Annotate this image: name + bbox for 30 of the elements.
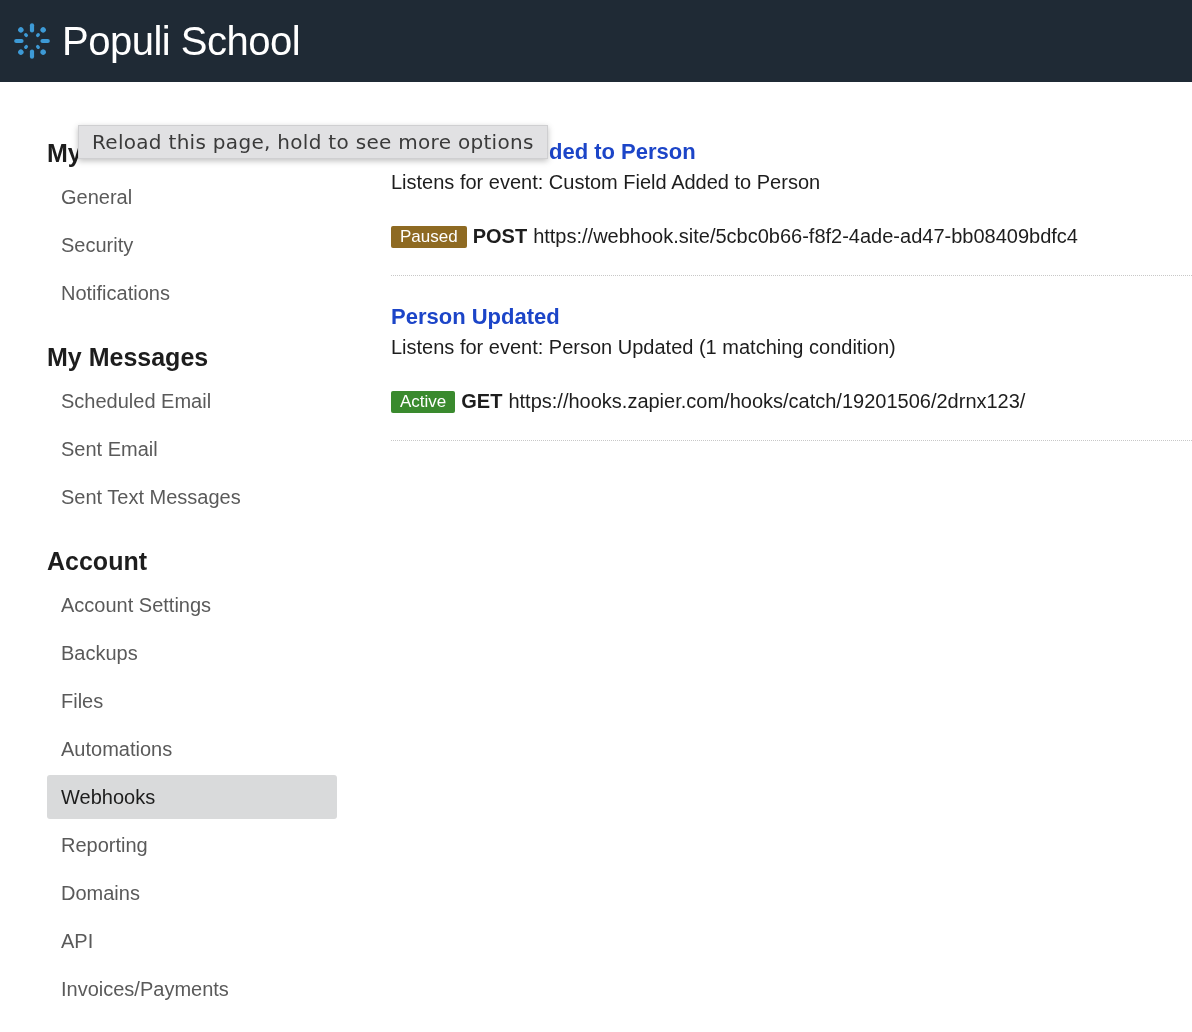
webhook-url: https://hooks.zapier.com/hooks/catch/19201506/2drnx123/ [508, 390, 1026, 413]
sidebar-item[interactable]: Files [47, 679, 337, 723]
school-name: Populi School [62, 18, 301, 64]
sidebar-item[interactable]: Security [47, 223, 337, 267]
status-badge: Paused [391, 225, 467, 248]
sidebar-item[interactable]: Backups [47, 631, 337, 675]
sidebar-item[interactable]: Sent Text Messages [47, 475, 337, 519]
sidebar-item[interactable]: Notifications [47, 271, 337, 315]
http-method: POST [472, 225, 528, 248]
sidebar-item[interactable]: API [47, 919, 337, 963]
sidebar-item[interactable]: Invoices/Payments [47, 967, 337, 1011]
sidebar-item[interactable]: Sent Email [47, 427, 337, 471]
sidebar-item[interactable]: General [47, 175, 337, 219]
http-method: GET [461, 390, 503, 413]
webhook-title-link[interactable]: ded to Person [549, 139, 696, 164]
webhook-url: https://webhook.site/5cbc0b66-f8f2-4ade-ad47-bb08409bdfc4 [533, 225, 1078, 248]
sidebar-item[interactable]: Domains [47, 871, 337, 915]
section-heading: Account [47, 546, 147, 577]
webhook-title-link[interactable]: Person Updated [391, 304, 560, 329]
logo-icon [11, 20, 53, 62]
sidebar-item[interactable]: Reporting [47, 823, 337, 867]
section-heading: My Messages [47, 342, 209, 373]
sidebar-item[interactable]: Webhooks [47, 775, 337, 819]
tooltip: Reload this page, hold to see more options [78, 125, 548, 159]
event-description: Listens for event: Custom Field Added to Person [391, 170, 822, 195]
sidebar-item[interactable]: Automations [47, 727, 337, 771]
status-badge: Active [391, 390, 456, 413]
sidebar-item[interactable]: Scheduled Email [47, 379, 337, 423]
event-description: Listens for event: Person Updated (1 matching condition) [391, 335, 897, 360]
sidebar-item[interactable]: Account Settings [47, 583, 337, 627]
